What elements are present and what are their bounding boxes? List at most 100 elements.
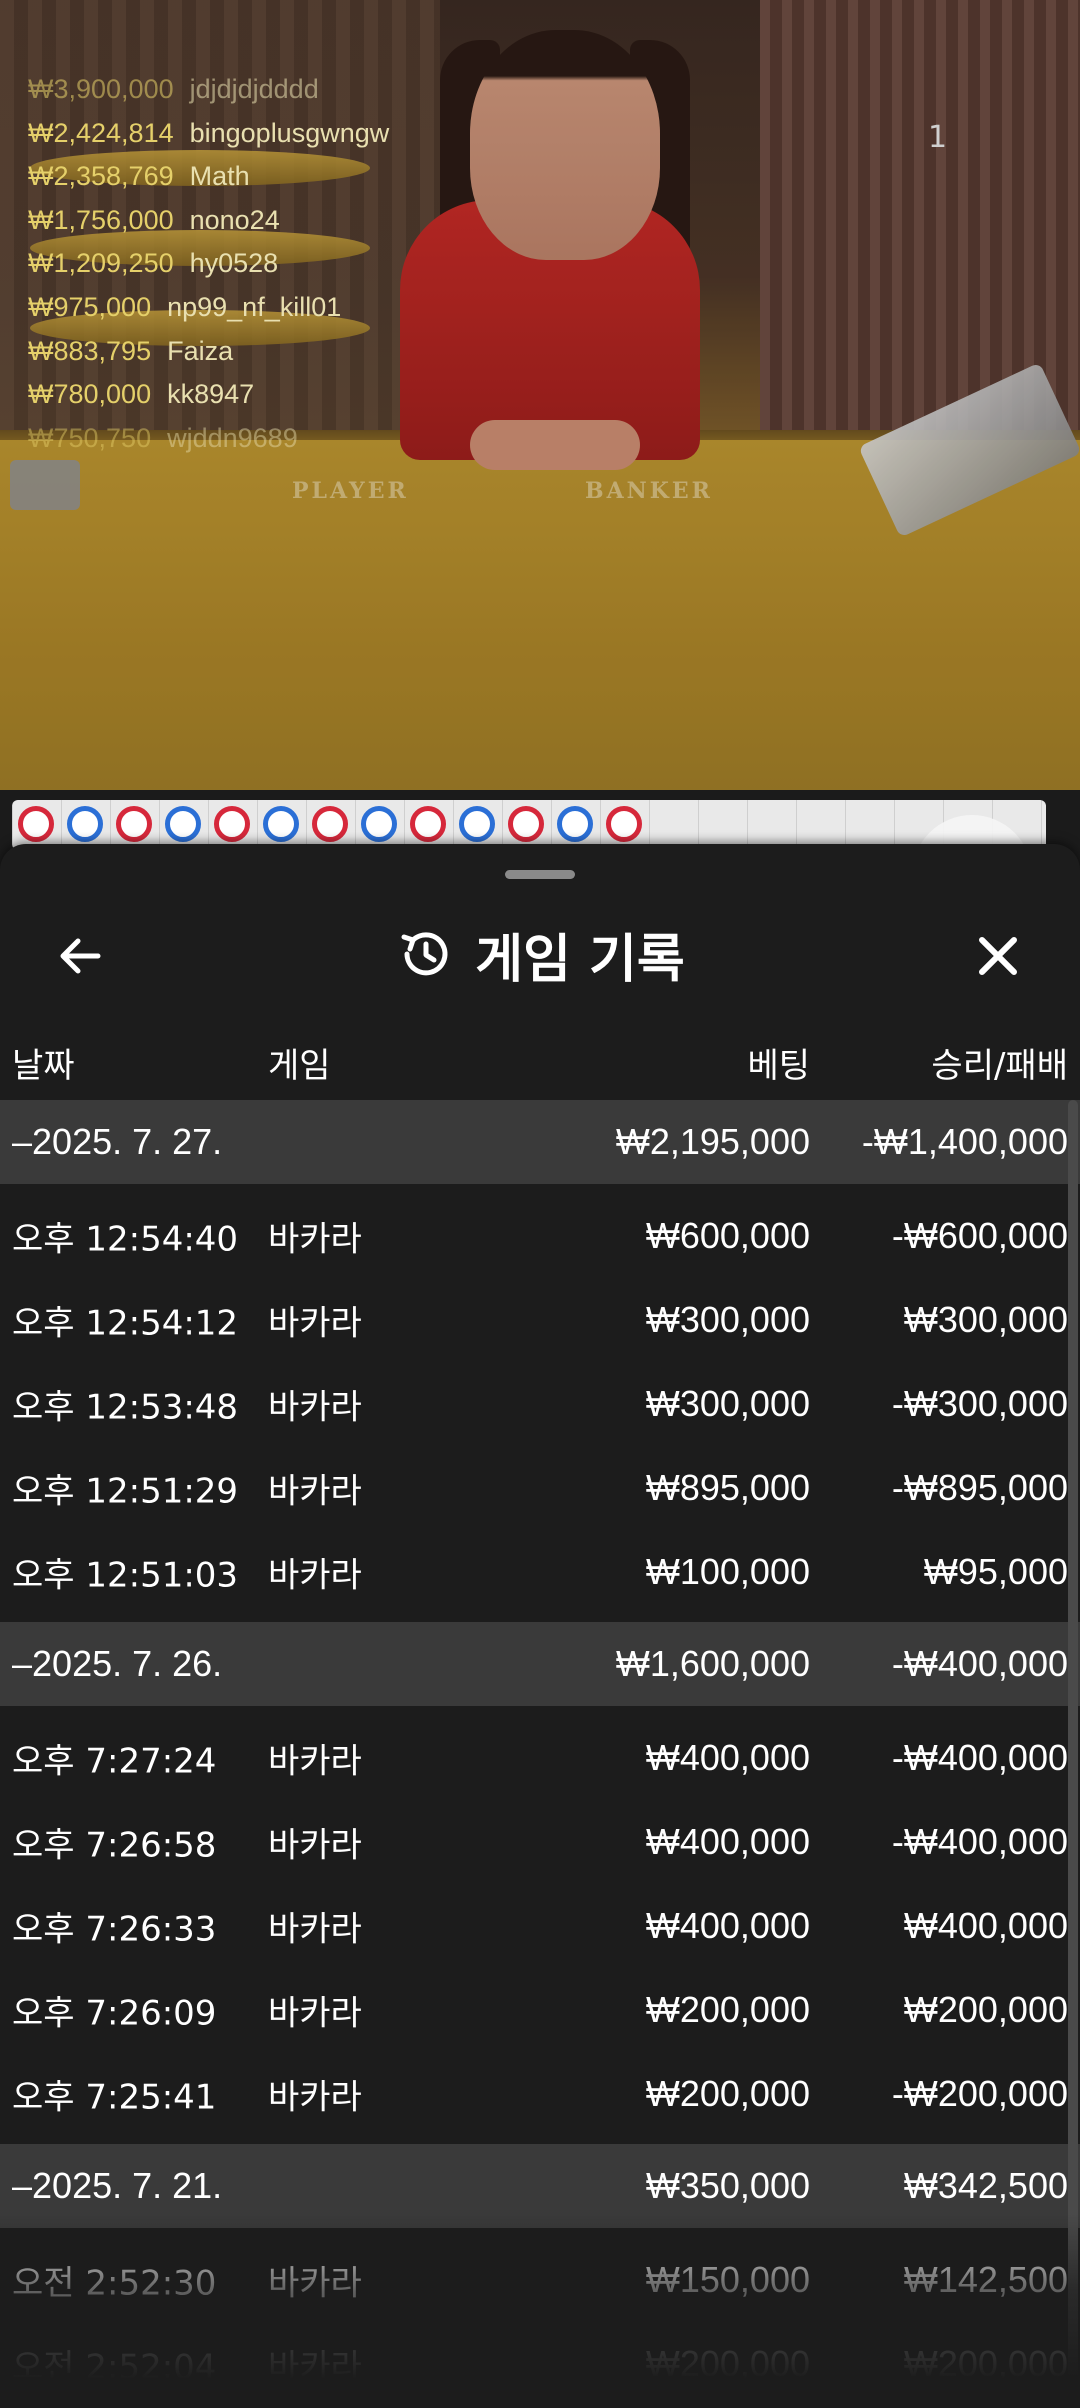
column-game: 게임 [268,1046,331,1086]
row-bet: ₩300,000 [645,1299,810,1340]
leaderboard-username: kk8947 [167,379,255,410]
game-history-row[interactable]: 오후 12:51:29 바카라 ₩895,000 -₩895,000 [0,1446,1080,1530]
game-history-row[interactable]: 오후 12:54:12 바카라 ₩300,000 ₩300,000 [0,1278,1080,1362]
row-win-loss: -₩400,000 [891,1821,1068,1862]
game-history-row[interactable]: 오전 2:52:04 바카라 ₩200,000 ₩200,000 [0,2322,1080,2406]
leaderboard-amount: ₩750,750 [28,422,152,453]
row-spacer [0,2228,1080,2238]
game-history-row[interactable]: 오후 12:51:03 바카라 ₩100,000 ₩95,000 [0,1530,1080,1614]
row-win-loss: ₩200,000 [903,2343,1068,2384]
row-game: 바카라 [268,2077,362,2118]
close-button[interactable] [968,926,1028,986]
leaderboard-username: wjddn9689 [167,422,298,453]
row-win-loss: ₩300,000 [903,1299,1068,1340]
leaderboard-amount: ₩883,795 [28,335,152,366]
date-group-row[interactable]: –2025. 7. 21. ₩350,000 ₩342,500 [0,2144,1080,2228]
row-bet: ₩100,000 [645,1551,810,1592]
column-win-loss: 승리/패배 [931,1046,1068,1086]
group-win-loss-total: -₩400,000 [891,1643,1068,1684]
game-history-sheet: 게임 기록 날짜 게임 베팅 승리/패배 –2025. 7. 27. ₩2,195… [0,844,1080,2408]
leaderboard-username: nono24 [189,204,280,235]
row-game: 바카라 [268,1825,362,1866]
row-time: 오후 12:51:03 [12,1555,239,1596]
player-result-marker [557,806,593,842]
leaderboard-username: jdjdjdjdddd [189,74,319,104]
banker-result-marker [18,806,54,842]
row-win-loss: ₩400,000 [903,1905,1068,1946]
row-bet: ₩600,000 [645,1215,810,1256]
leaderboard-amount: ₩2,358,769 [28,161,174,192]
row-time: 오후 12:51:29 [12,1471,239,1512]
row-time: 오후 12:54:12 [12,1303,239,1344]
banker-result-marker [312,806,348,842]
scrollbar[interactable] [1068,1100,1078,2400]
leaderboard-amount: ₩975,000 [28,291,152,322]
leaderboard-row: ₩1,209,250 hy0528 [28,242,389,286]
close-x-icon [979,937,1017,975]
row-win-loss: ₩142,500 [903,2259,1068,2300]
history-list[interactable]: –2025. 7. 27. ₩2,195,000 -₩1,400,000 오후 12:… [0,1100,1080,2408]
column-bet: 베팅 [747,1046,810,1086]
leaderboard-row: ₩2,358,769 Math [28,155,389,199]
leaderboard-row: ₩2,424,814 bingoplusgwngw [28,112,389,156]
sheet-title: 게임 기록 [475,929,685,990]
row-game: 바카라 [268,1993,362,2034]
row-win-loss: -₩400,000 [891,1737,1068,1778]
group-win-loss-total: -₩1,400,000 [861,1121,1068,1162]
row-win-loss: -₩200,000 [891,2073,1068,2114]
leaderboard-amount: ₩1,209,250 [28,248,174,279]
game-history-row[interactable]: 오후 12:54:40 바카라 ₩600,000 -₩600,000 [0,1194,1080,1278]
row-time: 오후 7:26:09 [12,1993,217,2034]
player-result-marker [459,806,495,842]
row-game: 바카라 [268,1219,362,1260]
row-game: 바카라 [268,1909,362,1950]
row-bet: ₩200,000 [645,2343,810,2384]
row-bet: ₩895,000 [645,1467,810,1508]
row-bet: ₩400,000 [645,1821,810,1862]
round-number: 1 [928,120,948,155]
group-date: –2025. 7. 26. [12,1643,223,1684]
row-time: 오전 2:52:04 [12,2347,217,2388]
winners-leaderboard: ₩3,900,000 jdjdjdjdddd ₩2,424,814 bingoplus… [28,68,389,460]
sheet-header: 게임 기록 [0,904,1080,1004]
bead-road[interactable] [12,800,1046,850]
game-history-row[interactable]: 오후 7:27:24 바카라 ₩400,000 -₩400,000 [0,1716,1080,1800]
game-history-row[interactable]: 오전 2:52:30 바카라 ₩150,000 ₩142,500 [0,2238,1080,2322]
player-result-marker [361,806,397,842]
live-video: PLAYER BANKER 1 ₩3,900,000 jdjdjdjdddd ₩2,… [0,0,1080,790]
leaderboard-row: ₩750,750 wjddn9689 [28,417,389,461]
row-time: 오후 12:54:40 [12,1219,239,1260]
leaderboard-amount: ₩1,756,000 [28,204,174,235]
date-group-row[interactable]: –2025. 7. 27. ₩2,195,000 -₩1,400,000 [0,1100,1080,1184]
history-clock-icon [401,932,448,976]
banker-result-marker [116,806,152,842]
row-spacer [0,2136,1080,2144]
leaderboard-username: hy0528 [189,248,279,279]
leaderboard-username: Math [189,161,250,192]
leaderboard-username: bingoplusgwngw [189,117,390,148]
row-spacer [0,1614,1080,1622]
history-table-header: 날짜 게임 베팅 승리/패배 [0,1024,1080,1094]
leaderboard-row: ₩780,000 kk8947 [28,373,389,417]
leaderboard-row: ₩883,795 Faiza [28,330,389,374]
game-history-row[interactable]: 오후 7:25:41 바카라 ₩200,000 -₩200,000 [0,2052,1080,2136]
player-result-marker [67,806,103,842]
column-date: 날짜 [12,1046,75,1086]
player-result-marker [263,806,299,842]
sheet-drag-handle[interactable] [505,870,575,879]
game-history-row[interactable]: 오후 7:26:09 바카라 ₩200,000 ₩200,000 [0,1968,1080,2052]
game-history-row[interactable]: 오후 12:53:48 바카라 ₩300,000 -₩300,000 [0,1362,1080,1446]
date-group-row[interactable]: –2025. 7. 26. ₩1,600,000 -₩400,000 [0,1622,1080,1706]
row-game: 바카라 [268,1387,362,1428]
row-time: 오전 2:52:30 [12,2263,217,2304]
row-game: 바카라 [268,1471,362,1512]
row-bet: ₩150,000 [645,2259,810,2300]
game-history-row[interactable]: 오후 7:26:58 바카라 ₩400,000 -₩400,000 [0,1800,1080,1884]
row-time: 오후 12:53:48 [12,1387,239,1428]
group-bet-total: ₩350,000 [645,2165,810,2206]
row-win-loss: -₩895,000 [891,1467,1068,1508]
row-bet: ₩400,000 [645,1737,810,1778]
game-history-row[interactable]: 오후 7:26:33 바카라 ₩400,000 ₩400,000 [0,1884,1080,1968]
row-win-loss: ₩95,000 [923,1551,1068,1592]
group-date: –2025. 7. 27. [12,1121,223,1162]
